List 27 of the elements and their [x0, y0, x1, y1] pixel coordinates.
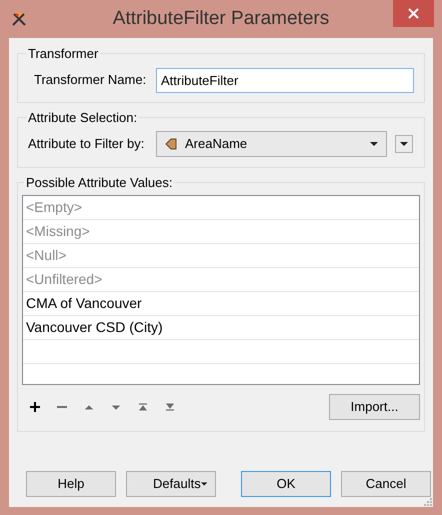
attribute-dropdown[interactable]: AreaName: [156, 131, 387, 157]
defaults-menu-button[interactable]: Defaults: [126, 470, 216, 496]
dropdown-arrow-icon: [200, 482, 207, 486]
group-title: Possible Attribute Values:: [25, 174, 174, 192]
dialog-button[interactable]: OK: [241, 470, 331, 496]
list-item[interactable]: Vancouver CSD (City): [23, 316, 419, 340]
import-button[interactable]: Import...: [329, 394, 420, 420]
field-label: Transformer Name:: [33, 71, 148, 90]
resize-grip-icon[interactable]: [424, 498, 432, 506]
dropdown-arrow-icon: [370, 142, 378, 146]
menu-button[interactable]: [395, 135, 413, 153]
values-list[interactable]: <Empty> <Missing> <Null> <Unfiltered> CMA of Vancouver Vancouver CSD (City): [22, 194, 420, 384]
group-title: Transformer: [27, 45, 100, 63]
transformer-name-field[interactable]: AttributeFilter: [156, 68, 414, 92]
attribute-icon: [165, 138, 177, 150]
dropdown-value: AreaName: [185, 135, 248, 154]
window-title: AttributeFilter Parameters: [112, 6, 330, 31]
close-button[interactable]: [393, 0, 434, 27]
group-title: Attribute Selection:: [27, 108, 138, 126]
add-icon[interactable]: [27, 402, 43, 412]
dialog-button[interactable]: Help: [26, 470, 116, 496]
list-item[interactable]: CMA of Vancouver: [23, 292, 419, 316]
dropdown-arrow-icon: [400, 142, 408, 146]
dialog-button[interactable]: Cancel: [341, 470, 431, 496]
close-icon: [408, 8, 419, 19]
app-logo-icon: [11, 11, 27, 27]
field-label: Attribute to Filter by:: [27, 135, 146, 154]
